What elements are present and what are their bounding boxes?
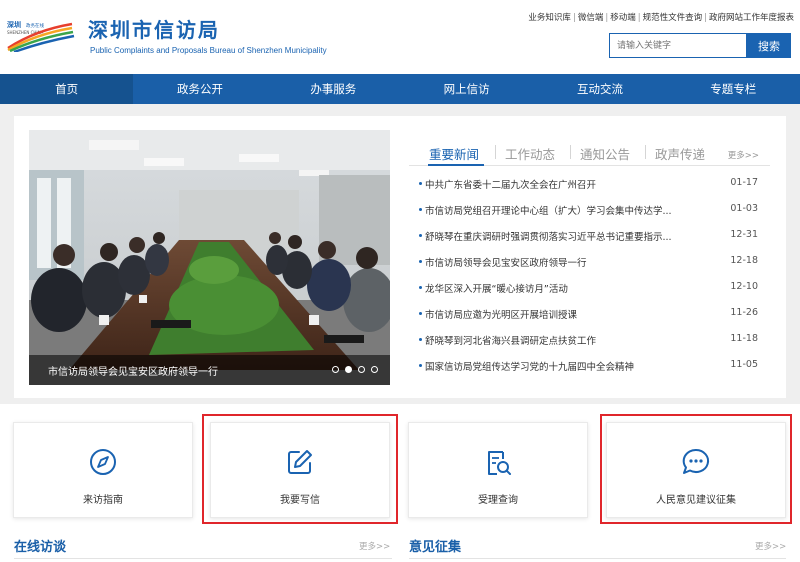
document-search-icon bbox=[483, 447, 513, 477]
news-date: 12-18 bbox=[730, 255, 758, 266]
news-slider[interactable]: 市信访局领导会见宝安区政府领导一行 bbox=[29, 130, 390, 385]
main-nav: 首页 政务公开 办事服务 网上信访 互动交流 专题专栏 bbox=[0, 74, 800, 104]
news-item[interactable]: 国家信访局党组传达学习党的十九届四中全会精神 11-05 bbox=[409, 359, 770, 385]
news-date: 11-18 bbox=[730, 333, 758, 344]
tab-divider bbox=[495, 145, 496, 159]
slider-dot[interactable] bbox=[358, 366, 365, 373]
news-date: 12-31 bbox=[730, 229, 758, 240]
news-item[interactable]: 中共广东省委十二届九次全会在广州召开 01-17 bbox=[409, 177, 770, 203]
nav-item-online-petition[interactable]: 网上信访 bbox=[400, 74, 533, 104]
tab-policy-voice[interactable]: 政声传递 bbox=[655, 144, 705, 163]
toplink-annual-report[interactable]: 政府网站工作年度报表 bbox=[709, 13, 794, 23]
bullet-icon bbox=[419, 286, 422, 289]
section-title-opinion-collection: 意见征集 bbox=[409, 540, 462, 555]
svg-text:深圳: 深圳 bbox=[7, 20, 21, 29]
tab-divider bbox=[570, 145, 571, 159]
quick-link-label: 来访指南 bbox=[83, 495, 123, 506]
bullet-icon bbox=[419, 208, 422, 211]
nav-item-home[interactable]: 首页 bbox=[0, 74, 134, 104]
news-list: 中共广东省委十二届九次全会在广州召开 01-17 市信访局党组召开理论中心组（扩大… bbox=[409, 177, 770, 385]
news-item[interactable]: 舒晓琴到河北省海兴县调研定点扶贫工作 11-18 bbox=[409, 333, 770, 359]
toplink-mobile[interactable]: 移动端 bbox=[610, 13, 636, 23]
bullet-icon bbox=[419, 338, 422, 341]
toplink-knowledge-base[interactable]: 业务知识库 bbox=[528, 13, 571, 23]
news-title[interactable]: 市信访局应邀为光明区开展培训授课 bbox=[425, 307, 685, 321]
news-item[interactable]: 市信访局应邀为光明区开展培训授课 11-26 bbox=[409, 307, 770, 333]
news-title[interactable]: 舒晓琴到河北省海兴县调研定点扶贫工作 bbox=[425, 333, 685, 347]
news-title[interactable]: 舒晓琴在重庆调研时强调贯彻落实习近平总书记重要指示... bbox=[425, 229, 685, 243]
bullet-icon bbox=[419, 364, 422, 367]
section-divider bbox=[14, 558, 392, 559]
highlight-box-write-letter bbox=[202, 414, 398, 524]
slider-dot[interactable] bbox=[371, 366, 378, 373]
tab-work-updates[interactable]: 工作动态 bbox=[505, 144, 555, 163]
news-more-link[interactable]: 更多>> bbox=[728, 149, 759, 161]
news-panel: 重要新闻 工作动态 通知公告 政声传递 更多>> 中共广东省委十二届九次全会在广… bbox=[409, 130, 770, 385]
news-title[interactable]: 国家信访局党组传达学习党的十九届四中全会精神 bbox=[425, 359, 685, 373]
tab-important-news[interactable]: 重要新闻 bbox=[429, 144, 479, 163]
news-item[interactable]: 市信访局党组召开理论中心组（扩大）学习会集中传达学... 01-03 bbox=[409, 203, 770, 229]
compass-icon bbox=[88, 447, 118, 477]
news-tabs: 重要新闻 工作动态 通知公告 政声传递 更多>> bbox=[409, 130, 770, 166]
nav-item-services[interactable]: 办事服务 bbox=[267, 74, 400, 104]
section-more-opinion-collection[interactable]: 更多>> bbox=[755, 540, 786, 552]
news-title[interactable]: 市信访局党组召开理论中心组（扩大）学习会集中传达学... bbox=[425, 203, 685, 217]
quick-link-case-query[interactable]: 受理查询 bbox=[408, 422, 588, 518]
slider-dot[interactable] bbox=[332, 366, 339, 373]
news-item[interactable]: 市信访局领导会见宝安区政府领导一行 12-18 bbox=[409, 255, 770, 281]
tab-divider bbox=[645, 145, 646, 159]
news-date: 01-03 bbox=[730, 203, 758, 214]
toplink-regulations[interactable]: 规范性文件查询 bbox=[643, 13, 703, 23]
news-date: 12-10 bbox=[730, 281, 758, 292]
tab-notices[interactable]: 通知公告 bbox=[580, 144, 630, 163]
svg-text:政务在线: 政务在线 bbox=[26, 22, 44, 29]
news-item[interactable]: 龙华区深入开展“暖心接访月”活动 12-10 bbox=[409, 281, 770, 307]
nav-item-special-topics[interactable]: 专题专栏 bbox=[667, 74, 800, 104]
site-subtitle: Public Complaints and Proposals Bureau o… bbox=[90, 46, 327, 55]
news-title[interactable]: 中共广东省委十二届九次全会在广州召开 bbox=[425, 177, 685, 191]
bullet-icon bbox=[419, 312, 422, 315]
slider-dots bbox=[332, 366, 378, 373]
search-input[interactable] bbox=[609, 33, 747, 58]
news-title[interactable]: 市信访局领导会见宝安区政府领导一行 bbox=[425, 255, 685, 269]
nav-item-interaction[interactable]: 互动交流 bbox=[533, 74, 666, 104]
section-more-online-interview[interactable]: 更多>> bbox=[359, 540, 390, 552]
site-title: 深圳市信访局 bbox=[88, 18, 220, 42]
news-date: 11-05 bbox=[730, 359, 758, 370]
quick-link-visit-guide[interactable]: 来访指南 bbox=[13, 422, 193, 518]
active-tab-indicator bbox=[428, 164, 484, 166]
toplink-wechat[interactable]: 微信端 bbox=[578, 13, 604, 23]
slider-caption[interactable]: 市信访局领导会见宝安区政府领导一行 bbox=[48, 363, 218, 378]
slider-caption-bar: 市信访局领导会见宝安区政府领导一行 bbox=[29, 355, 390, 385]
news-title[interactable]: 龙华区深入开展“暖心接访月”活动 bbox=[425, 281, 685, 295]
section-title-online-interview: 在线访谈 bbox=[14, 540, 67, 555]
bullet-icon bbox=[419, 234, 422, 237]
quick-link-label: 受理查询 bbox=[478, 495, 518, 506]
nav-item-government-affairs[interactable]: 政务公开 bbox=[133, 74, 266, 104]
slider-dot-active[interactable] bbox=[345, 366, 352, 373]
highlight-box-public-opinion bbox=[600, 414, 792, 524]
meeting-photo bbox=[29, 130, 390, 385]
bullet-icon bbox=[419, 260, 422, 263]
top-links: 业务知识库 | 微信端 | 移动端 | 规范性文件查询 | 政府网站工作年度报表 bbox=[528, 13, 794, 23]
news-item[interactable]: 舒晓琴在重庆调研时强调贯彻落实习近平总书记重要指示... 12-31 bbox=[409, 229, 770, 255]
site-header: 深圳 政务在线 SHENZHEN CHINA 深圳市信访局 Public Com… bbox=[0, 0, 800, 74]
news-date: 01-17 bbox=[730, 177, 758, 188]
search-button[interactable]: 搜索 bbox=[747, 33, 791, 58]
bullet-icon bbox=[419, 182, 422, 185]
section-divider bbox=[409, 558, 786, 559]
news-date: 11-26 bbox=[730, 307, 758, 318]
site-logo[interactable]: 深圳 政务在线 SHENZHEN CHINA bbox=[6, 18, 76, 54]
